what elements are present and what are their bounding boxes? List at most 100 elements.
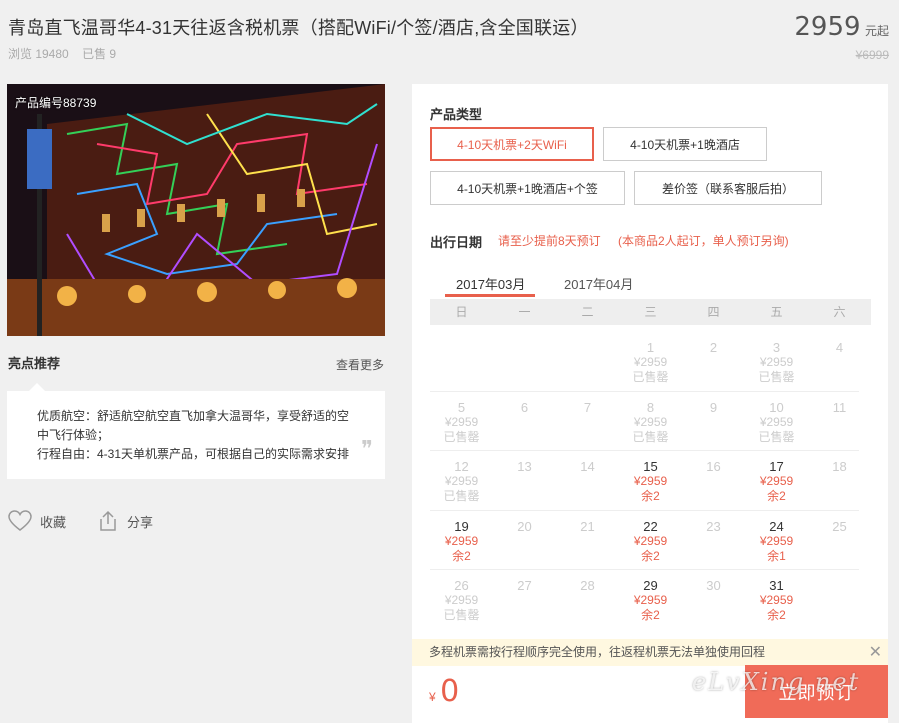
option-hotel[interactable]: 4-10天机票+1晚酒店 <box>603 127 767 161</box>
calendar-day[interactable]: 15 ¥2959 余2 <box>619 451 682 511</box>
calendar-day: 23 <box>682 511 745 571</box>
day-number: 3 <box>772 340 781 355</box>
day-number: 25 <box>832 518 847 534</box>
day-price: ¥2959 <box>444 593 479 607</box>
day-stock: 已售罄 <box>758 370 795 384</box>
day-stock: 已售罄 <box>632 370 669 384</box>
calendar-day: 13 <box>493 451 556 511</box>
day-price: ¥2959 <box>759 355 794 369</box>
price-value: 2959 <box>794 12 861 42</box>
day-number: 8 <box>646 399 655 415</box>
close-icon[interactable]: ✕ <box>869 639 882 666</box>
day-stock: 余2 <box>641 608 660 622</box>
day-number: 17 <box>769 459 784 474</box>
day-number: 11 <box>832 399 847 415</box>
day-stock: 余2 <box>641 489 660 503</box>
highlights-more-link[interactable]: 查看更多 <box>336 356 384 373</box>
day-number: 31 <box>769 578 784 593</box>
calendar-day: 3 ¥2959 已售罄 <box>745 332 808 392</box>
calendar-day: 27 <box>493 570 556 630</box>
calendar-day: 16 <box>682 451 745 511</box>
day-number: 9 <box>709 399 718 415</box>
product-photo <box>7 84 385 336</box>
tab-month-apr[interactable]: 2017年04月 <box>564 274 633 293</box>
weekday: 四 <box>707 305 720 319</box>
share-icon <box>100 510 116 531</box>
day-stock: 余2 <box>767 489 786 503</box>
calendar-day[interactable]: 29 ¥2959 余2 <box>619 570 682 630</box>
day-number: 21 <box>580 518 595 534</box>
calendar-day: 25 <box>808 511 871 571</box>
option-hotel-visa[interactable]: 4-10天机票+1晚酒店+个签 <box>430 171 625 205</box>
calendar-day: 4 <box>808 332 871 392</box>
day-number: 7 <box>583 399 592 415</box>
favorite-button[interactable]: 收藏 <box>8 510 66 532</box>
quote-icon: ❞ <box>361 437 373 462</box>
weekday: 日 <box>455 305 468 319</box>
booking-panel: 产品类型 4-10天机票+2天WiFi 4-10天机票+1晚酒店 4-10天机票… <box>412 84 888 723</box>
day-number: 4 <box>835 340 844 355</box>
day-price: ¥2959 <box>444 533 479 548</box>
calendar-day[interactable]: 19 ¥2959 余2 <box>430 511 493 571</box>
highlight-line: 优质航空：舒适航空航空直飞加拿大温哥华，享受舒适的空中飞行体验； <box>37 409 350 442</box>
day-price: ¥2959 <box>633 414 668 429</box>
calendar-day[interactable]: 24 ¥2959 余1 <box>745 511 808 571</box>
calendar-day: 20 <box>493 511 556 571</box>
day-number: 6 <box>520 399 529 415</box>
calendar-day[interactable]: 17 ¥2959 余2 <box>745 451 808 511</box>
weekday: 三 <box>644 305 657 319</box>
heart-icon <box>8 510 32 531</box>
day-number: 14 <box>580 459 595 474</box>
calendar-day <box>556 332 619 392</box>
day-number: 10 <box>769 399 784 415</box>
calendar-day: 14 <box>556 451 619 511</box>
day-price: ¥2959 <box>444 414 479 429</box>
calendar-day: 8 ¥2959 已售罄 <box>619 392 682 452</box>
day-stock: 已售罄 <box>443 489 480 503</box>
day-number: 27 <box>517 578 532 593</box>
day-stock: 已售罄 <box>443 429 480 444</box>
day-price: ¥2959 <box>759 593 794 607</box>
day-number: 19 <box>454 518 469 534</box>
day-number: 2 <box>709 340 718 355</box>
product-number: 产品编号88739 <box>15 96 97 110</box>
day-stock: 余2 <box>767 608 786 622</box>
calendar-day[interactable]: 22 ¥2959 余2 <box>619 511 682 571</box>
tab-month-mar[interactable]: 2017年03月 <box>456 274 525 293</box>
day-stock: 余2 <box>641 548 660 563</box>
calendar-day[interactable]: 31 ¥2959 余2 <box>745 570 808 630</box>
book-now-button[interactable]: 立即预订 <box>745 665 888 718</box>
calendar-day: 7 <box>556 392 619 452</box>
day-number: 23 <box>706 518 721 534</box>
calendar-day: 6 <box>493 392 556 452</box>
highlight-line: 行程自由：4-31天单机票产品，可根据自己的实际需求安排 <box>37 447 350 461</box>
calendar-day: 21 <box>556 511 619 571</box>
day-number: 20 <box>517 518 532 534</box>
day-number: 16 <box>706 459 721 474</box>
view-count: 浏览 19480 <box>8 47 69 61</box>
total-currency: ¥ <box>429 690 436 704</box>
share-label: 分享 <box>127 514 154 530</box>
option-visa-diff[interactable]: 差价签（联系客服后拍） <box>634 171 822 205</box>
share-button[interactable]: 分享 <box>97 510 153 532</box>
calendar-day: 10 ¥2959 已售罄 <box>745 392 808 452</box>
price-block: 2959 元起 ¥6999 <box>794 12 889 62</box>
calendar-day: 5 ¥2959 已售罄 <box>430 392 493 452</box>
total-price: ¥ 0 <box>429 674 459 709</box>
day-number: 26 <box>454 578 469 593</box>
calendar-day: 26 ¥2959 已售罄 <box>430 570 493 630</box>
calendar-day: 1 ¥2959 已售罄 <box>619 332 682 392</box>
option-wifi[interactable]: 4-10天机票+2天WiFi <box>430 127 594 161</box>
day-number: 24 <box>769 518 784 534</box>
notice-bar: 多程机票需按行程顺序完全使用，往返程机票无法单独使用回程 ✕ <box>412 639 888 666</box>
weekday: 五 <box>770 305 783 319</box>
notice-text: 多程机票需按行程顺序完全使用，往返程机票无法单独使用回程 <box>429 645 766 659</box>
favorite-label: 收藏 <box>40 514 67 530</box>
travel-date-label: 出行日期 <box>430 235 483 250</box>
active-month-indicator <box>445 294 535 297</box>
day-price: ¥2959 <box>759 414 794 429</box>
day-number: 1 <box>646 340 655 355</box>
day-number: 29 <box>643 578 658 593</box>
total-value: 0 <box>440 674 460 709</box>
weekday: 六 <box>833 305 846 319</box>
